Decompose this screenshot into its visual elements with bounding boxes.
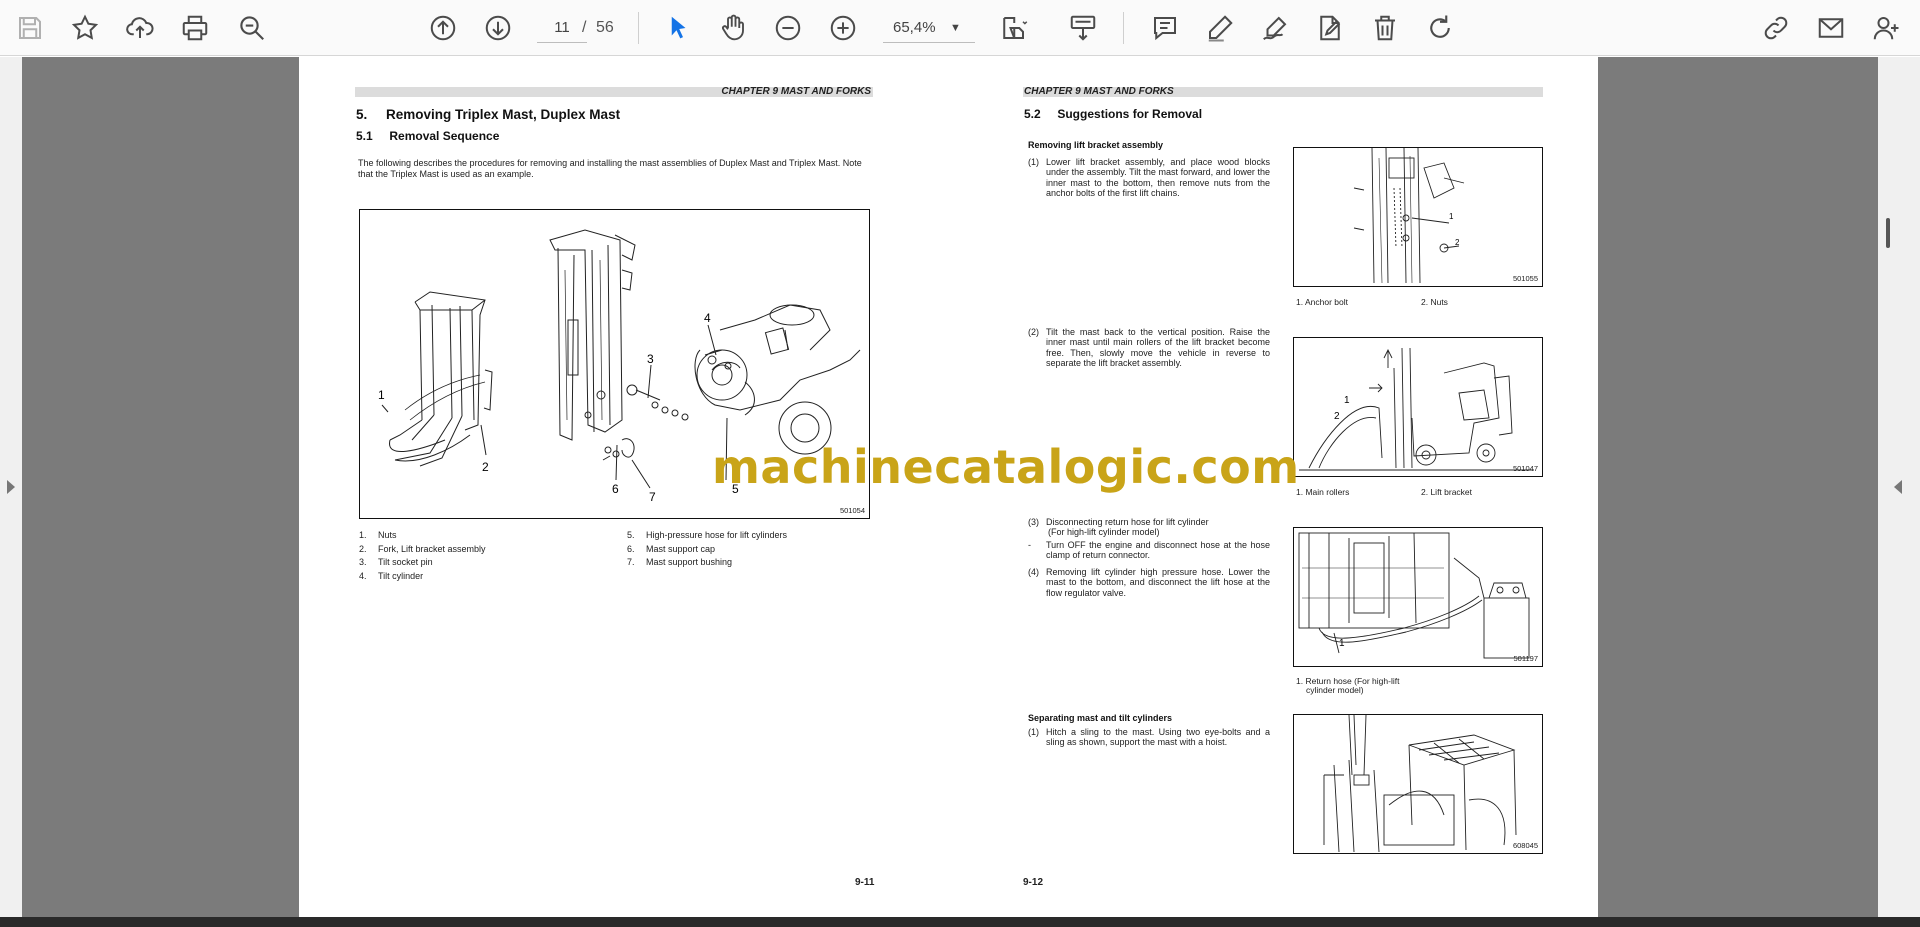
edit-document-icon[interactable] — [1310, 8, 1350, 48]
intro-paragraph-line2: that the Triplex Mast is used as an exam… — [358, 169, 534, 179]
figure-callout: 6 — [612, 482, 619, 496]
vertical-scrollbar[interactable] — [1886, 218, 1890, 248]
subheading: Separating mast and tilt cylinders — [1028, 713, 1173, 723]
upload-cloud-icon[interactable] — [120, 8, 160, 48]
delete-trash-icon[interactable] — [1365, 8, 1405, 48]
bottom-bar — [0, 917, 1920, 927]
figure-caption: 1. Anchor bolt — [1296, 297, 1348, 307]
chapter-header: CHAPTER 9 MAST AND FORKS — [355, 87, 873, 97]
print-icon[interactable] — [175, 8, 215, 48]
zoom-level-select[interactable]: 65,4% — [883, 13, 975, 43]
right-panel-rail — [1878, 57, 1920, 917]
chapter-header: CHAPTER 9 MAST AND FORKS — [1023, 87, 1543, 97]
figure-callout: 7 — [649, 490, 656, 504]
previous-page-icon[interactable] — [423, 8, 463, 48]
draw-pen-icon[interactable] — [1255, 8, 1295, 48]
legend-item: 6. Mast support cap — [627, 543, 716, 554]
zoom-out-search-icon[interactable] — [232, 8, 272, 48]
legend-item: 5. High-pressure hose for lift cylinders — [627, 530, 788, 540]
figure-caption: 1. Main rollers — [1296, 487, 1350, 497]
page-number: 9-12 — [1023, 877, 1044, 888]
step-item-note: (For high-lift cylinder model) — [1048, 527, 1160, 537]
hand-tool-icon[interactable] — [713, 8, 753, 48]
subheading: Removing lift bracket assembly — [1028, 140, 1164, 150]
step-item: (1) Hitch a sling to the mast. Using two … — [1028, 727, 1270, 748]
figure-code: 501197 — [1513, 654, 1538, 663]
figure-code: 501054 — [839, 506, 865, 515]
step-item: (1) Lower lift bracket assembly, and plac… — [1028, 157, 1270, 198]
share-link-icon[interactable] — [1756, 8, 1796, 48]
figure-caption: 2. Lift bracket — [1421, 487, 1473, 497]
legend-item: 4. Tilt cylinder — [359, 570, 424, 581]
save-icon[interactable] — [10, 8, 50, 48]
figure-callout: 3 — [647, 352, 654, 366]
select-cursor-icon[interactable] — [658, 8, 698, 48]
comment-icon[interactable] — [1145, 8, 1185, 48]
figure-callout: 2 — [1334, 411, 1340, 422]
page-number: 9-11 — [855, 877, 875, 888]
page-total: 56 — [596, 19, 614, 36]
figure-code: 501047 — [1512, 464, 1538, 473]
figure-sling-hoist: 608045 — [1293, 714, 1543, 854]
figure-legend-right: 5. High-pressure hose for lift cylinders … — [627, 529, 867, 570]
left-panel-rail — [0, 57, 22, 917]
figure-return-hose: 1 501197 — [1293, 527, 1543, 667]
page-separator: / — [582, 19, 587, 36]
highlight-pen-icon[interactable] — [1200, 8, 1240, 48]
chevron-down-icon[interactable]: ▼ — [950, 13, 961, 43]
next-page-icon[interactable] — [478, 8, 518, 48]
figure-callout: 1 — [1449, 212, 1454, 221]
figure-callout: 2 — [482, 460, 489, 474]
page-number-input[interactable]: 11 — [537, 13, 587, 43]
add-user-icon[interactable] — [1866, 8, 1906, 48]
legend-item: 7. Mast support bushing — [627, 557, 733, 567]
rotate-icon[interactable] — [1420, 8, 1460, 48]
figure-code: 608045 — [1512, 841, 1538, 850]
toolbar: 11 / 56 65,4% ▼ — [0, 0, 1920, 56]
expand-right-panel-icon[interactable] — [1894, 480, 1902, 494]
intro-paragraph-line1: The following describes the procedures f… — [358, 158, 862, 168]
expand-left-panel-icon[interactable] — [7, 480, 15, 494]
figure-legend-left: 1. Nuts 2. Fork, Lift bracket assembly 3. T… — [359, 529, 589, 583]
step-item: (2) Tilt the mast back to the vertical po… — [1028, 327, 1270, 368]
figure-code: 501055 — [1512, 274, 1538, 283]
zoom-out-icon[interactable] — [768, 8, 808, 48]
figure-anchor-bolt: 1 2 501055 — [1293, 147, 1543, 287]
figure-callout: 4 — [704, 311, 711, 325]
figure-caption: cylinder model) — [1306, 685, 1364, 695]
section-title: 5. Removing Triplex Mast, Duplex Mast — [356, 107, 621, 122]
bookmark-star-icon[interactable] — [65, 8, 105, 48]
legend-item: 2. Fork, Lift bracket assembly — [359, 543, 486, 554]
watermark-text: machinecatalogic.com — [712, 440, 1300, 494]
step-bullet: - Turn OFF the engine and disconnect hose… — [1028, 540, 1270, 561]
figure-callout: 1 — [378, 388, 385, 402]
email-icon[interactable] — [1811, 8, 1851, 48]
page-fit-icon[interactable] — [993, 8, 1033, 48]
legend-item: 1. Nuts — [359, 530, 397, 540]
figure-callout: 2 — [1455, 238, 1460, 247]
figure-caption: 2. Nuts — [1421, 297, 1448, 307]
figure-callout: 1 — [1344, 395, 1350, 406]
subsection-title: 5.1 Removal Sequence — [356, 129, 500, 143]
legend-item: 3. Tilt socket pin — [359, 557, 433, 567]
section-title: 5.2 Suggestions for Removal — [1024, 107, 1203, 121]
figure-callout: 1 — [1339, 638, 1345, 649]
step-item: (4) Removing lift cylinder high pressure … — [1028, 567, 1270, 598]
toolbar-divider — [638, 12, 639, 44]
scroll-mode-icon[interactable] — [1063, 8, 1103, 48]
toolbar-divider — [1123, 12, 1124, 44]
zoom-in-icon[interactable] — [823, 8, 863, 48]
figure-main-rollers: 1 2 501047 — [1293, 337, 1543, 477]
